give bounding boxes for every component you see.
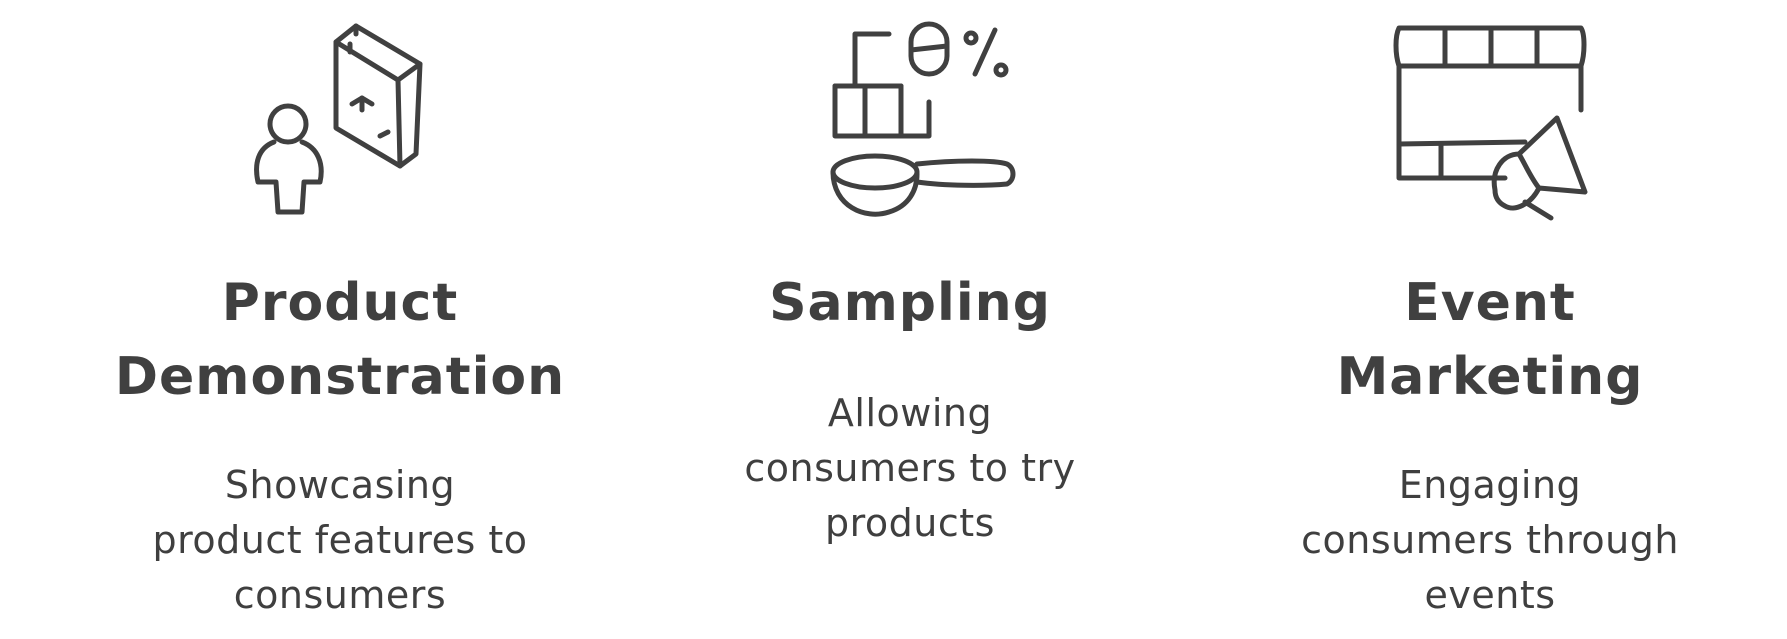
description-line: Showcasing [224, 463, 456, 507]
description-line: Allowing [827, 391, 993, 435]
column-title: Product Demonstration [80, 266, 600, 414]
description-line: product features to [152, 518, 528, 562]
column-description: Showcasing product features to consumers [80, 458, 600, 623]
title-line: Demonstration [114, 347, 566, 407]
title-line: Sampling [769, 273, 1051, 333]
board-and-megaphone-icon [1385, 14, 1595, 224]
title-line: Marketing [1336, 347, 1644, 407]
description-line: consumers [233, 573, 447, 617]
column-description: Allowing consumers to try products [650, 386, 1170, 551]
description-line: Engaging [1398, 463, 1582, 507]
column-title: Event Marketing [1230, 266, 1750, 414]
person-with-box-icon [240, 14, 440, 224]
sampling-column: Sampling Allowing consumers to try produ… [650, 0, 1170, 639]
column-title: Sampling [650, 266, 1170, 340]
description-line: events [1424, 573, 1556, 617]
description-line: products [825, 501, 995, 545]
scoop-and-blocks-icon [805, 14, 1016, 224]
column-description: Engaging consumers through events [1230, 458, 1750, 623]
event-marketing-column: Event Marketing Engaging consumers throu… [1230, 0, 1750, 639]
description-line: consumers through [1301, 518, 1679, 562]
description-line: consumers to try [744, 446, 1076, 490]
title-line: Event [1404, 273, 1576, 333]
title-line: Product [221, 273, 459, 333]
product-demonstration-column: Product Demonstration Showcasing product… [80, 0, 600, 639]
